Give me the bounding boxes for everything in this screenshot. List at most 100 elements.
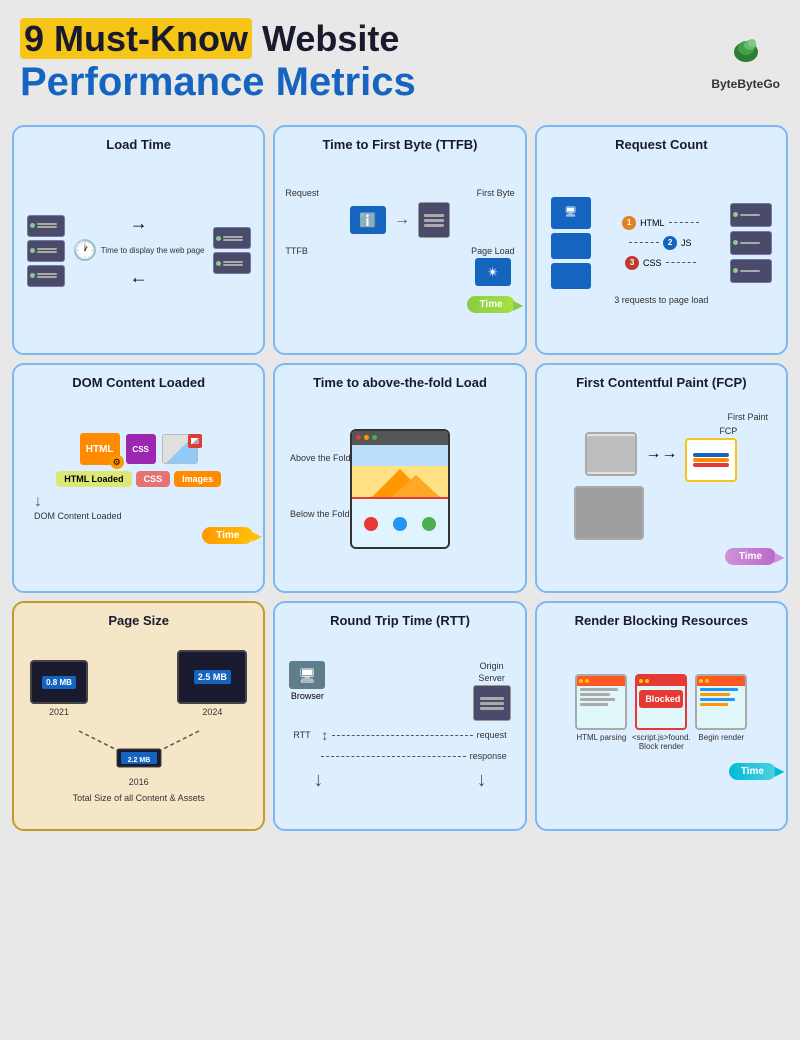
origin-server-icons: Origin Server	[473, 661, 511, 721]
render-browser-html	[575, 674, 627, 730]
dom-diagram: HTML ⚙ CSS HTML Loaded CSS	[24, 433, 253, 544]
begin-titlebar	[697, 676, 745, 686]
fcp-label-col: FCP	[685, 426, 737, 482]
card-size-title: Page Size	[24, 613, 253, 628]
close-dot	[356, 435, 361, 440]
rtt-response-row: . response	[293, 751, 506, 761]
monitor-2021: 0.8 MB	[30, 660, 88, 704]
card-render-blocking: Render Blocking Resources	[535, 601, 788, 831]
badge-2: 2	[663, 236, 677, 250]
size-col-2024: 2.5 MB 2024	[177, 650, 247, 717]
render-dot	[639, 679, 643, 683]
request-footer-label: 3 requests to page load	[614, 295, 708, 305]
above-fold-content	[352, 445, 448, 497]
card-fcp-body: First Paint →→ FCP	[547, 396, 776, 581]
html-lines	[577, 686, 625, 708]
spacer: →→	[652, 508, 670, 518]
dashed-h-line	[332, 735, 472, 736]
rtt-label: RTT	[293, 730, 317, 740]
image-icon-wrap	[162, 434, 198, 464]
card-page-size: Page Size 0.8 MB 2021 2.5 MB	[12, 601, 265, 831]
dom-time-arrow: Time	[202, 527, 253, 544]
cards-grid: Load Time	[0, 117, 800, 843]
circle-blue	[393, 517, 407, 531]
content-line	[580, 693, 610, 696]
load-center: → 🕐 Time to display the web page ←	[73, 213, 205, 288]
first-paint-row: First Paint	[547, 412, 776, 422]
card-dom-title: DOM Content Loaded	[24, 375, 253, 390]
ttfb-label: TTFB	[285, 246, 308, 286]
blocked-bar: Blocked	[639, 690, 683, 708]
client-monitor2	[551, 233, 591, 259]
spacer-div	[678, 486, 748, 540]
card-rtt-body: 🖥 Browser Origin Server	[285, 634, 514, 819]
badge-1: 1	[622, 216, 636, 230]
request-row-3: 3 CSS	[625, 256, 696, 270]
server-light	[216, 261, 221, 266]
dashed-line	[629, 242, 659, 243]
client-monitor3	[551, 263, 591, 289]
rtt-arrows: RTT ↕ request . response ↓ ↓	[285, 727, 514, 792]
pill-images: Images	[174, 471, 221, 487]
render-browser-blocked: Blocked	[635, 674, 687, 730]
js-label: JS	[681, 238, 692, 248]
card-request-title: Request Count	[547, 137, 776, 152]
circle-red	[364, 517, 378, 531]
card-request-count: Request Count 🖥 1 HTML	[535, 125, 788, 355]
content-line	[700, 703, 728, 706]
fcp-label-text: FCP	[719, 426, 737, 436]
render-browser-begin	[695, 674, 747, 730]
card-dom: DOM Content Loaded HTML ⚙ CSS	[12, 363, 265, 593]
card-request-body: 🖥 1 HTML 2 JS	[547, 158, 776, 343]
browser-frame-large-gray	[574, 486, 644, 540]
title-highlight: 9 Must-Know	[20, 18, 252, 59]
img-preview	[191, 438, 199, 444]
fcp-frames-bottom: →→	[574, 486, 748, 540]
rtt-top-row: 🖥 Browser Origin Server	[285, 661, 514, 721]
html-label: HTML	[640, 218, 665, 228]
min-dot	[364, 435, 369, 440]
server-line	[223, 236, 243, 238]
card-fold: Time to above-the-fold Load Above the Fo…	[273, 363, 526, 593]
card-fold-title: Time to above-the-fold Load	[285, 375, 514, 390]
server-light	[216, 236, 221, 241]
dom-time-row: Time	[24, 527, 253, 544]
server-lines	[740, 214, 760, 216]
page-load-icon: ✴	[475, 258, 511, 286]
server-lines	[37, 273, 57, 278]
request-label: request	[477, 730, 507, 740]
server-line	[37, 248, 57, 250]
content-line	[700, 693, 730, 696]
render-dot	[585, 679, 589, 683]
ttfb-time-row: Time	[285, 292, 514, 313]
client-monitor: 🖥	[551, 197, 591, 229]
card-rtt: Round Trip Time (RTT) 🖥 Browser Origin S…	[273, 601, 526, 831]
size-badge-2024: 2.5 MB	[194, 670, 231, 684]
server-lines	[223, 236, 243, 241]
load-arrow-row: →	[130, 213, 148, 234]
pill-css: CSS	[136, 471, 171, 487]
size-top-row: 0.8 MB 2021 2.5 MB 2024	[24, 650, 253, 717]
server-col-right	[730, 203, 772, 283]
server-line	[740, 270, 760, 272]
server-stack-left	[27, 215, 65, 287]
render-diagram: HTML parsing Blocked <script.js>found. B…	[547, 674, 776, 751]
svg-text:2.2 MB: 2.2 MB	[127, 757, 150, 764]
fold-titlebar	[352, 431, 448, 445]
origin-label: Origin	[480, 661, 504, 671]
ttfb-first-byte-label: First Byte	[477, 188, 515, 198]
page-title: 9 Must-Know Website Performance Metrics	[20, 18, 416, 105]
server-unit	[730, 231, 772, 255]
clock-row: 🕐 Time to display the web page	[73, 238, 205, 263]
mountain-svg	[352, 465, 448, 497]
render-col-begin: Begin render	[695, 674, 747, 742]
render-dot	[645, 679, 649, 683]
server-line	[424, 214, 444, 217]
pill-html: HTML Loaded	[56, 471, 131, 487]
fcp-content-lines	[693, 452, 729, 468]
spacer: .	[293, 751, 317, 761]
server-line	[37, 276, 57, 278]
server-stack-right	[213, 227, 251, 274]
content-line	[700, 688, 738, 691]
right-arrow-icon: →→	[645, 445, 677, 463]
